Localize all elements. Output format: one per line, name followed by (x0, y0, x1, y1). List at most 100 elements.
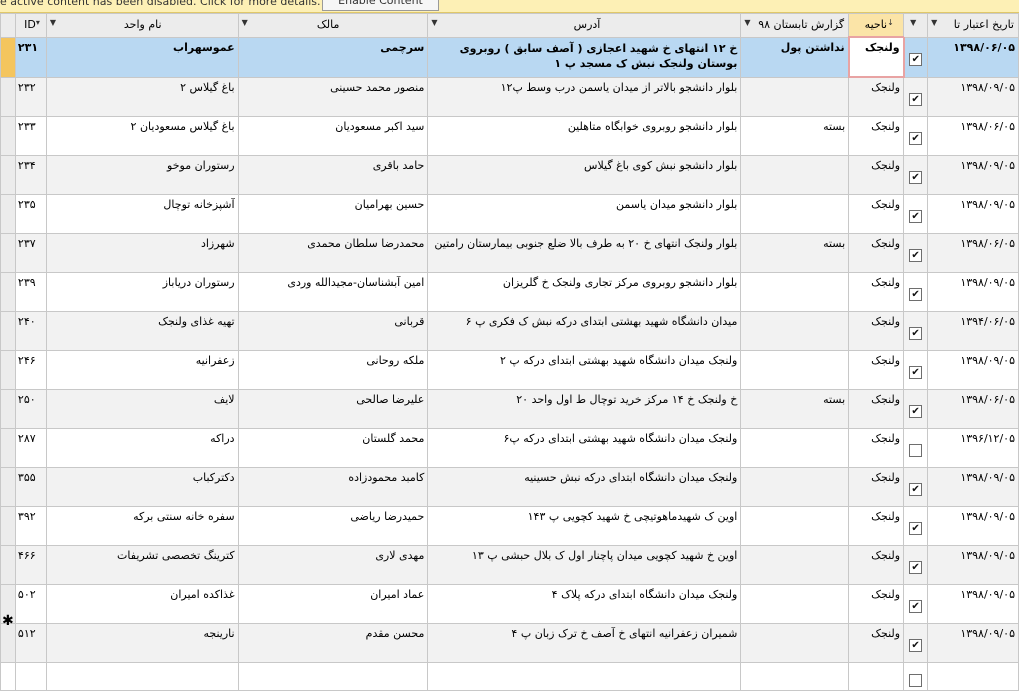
district-cell[interactable]: ولنجک (847, 36, 905, 78)
checkbox-cell[interactable] (903, 428, 929, 468)
district-cell[interactable]: ولنجک (848, 350, 905, 390)
id-cell[interactable]: ۲۵۰ (14, 389, 47, 429)
district-cell[interactable]: ولنجک (848, 545, 905, 585)
header-address[interactable]: آدرس ▼ (427, 13, 742, 38)
id-cell[interactable]: ۲۳۵ (14, 194, 47, 234)
table-row[interactable]: ۲۳۵ آشپزخانه توچال حسین بهرامیان بلوار دانش… (0, 194, 1019, 234)
address-cell[interactable]: بلوار دانشجو میدان یاسمن (427, 194, 742, 234)
chevron-down-icon[interactable]: ▼ (50, 18, 56, 27)
record-selector[interactable] (0, 350, 16, 390)
summer-report-cell[interactable] (740, 545, 850, 585)
address-cell[interactable]: بلوار ولنجک انتهای خ ۲۰ به طرف بالا ضلع … (427, 233, 742, 273)
district-cell[interactable]: ولنجک (848, 623, 905, 663)
id-cell[interactable]: ۲۳۳ (14, 116, 47, 156)
validity-date-cell[interactable]: ۱۳۹۶/۱۲/۰۵ (927, 428, 1019, 468)
summer-report-cell[interactable]: بسته (740, 116, 850, 156)
district-cell[interactable]: ولنجک (848, 272, 905, 312)
id-cell[interactable]: ۲۳۷ (14, 233, 47, 273)
validity-date-cell[interactable]: ۱۳۹۸/۰۹/۰۵ (927, 467, 1019, 507)
table-row[interactable]: ۲۴۰ تهیه غذای ولنجک قربانی میدان دانشگاه شه… (0, 311, 1019, 351)
unit-name-cell[interactable]: دراکه (45, 428, 239, 468)
new-row-cell[interactable] (927, 662, 1019, 691)
table-row[interactable]: ۲۳۱ عموسهراب سرچمی خ ۱۲ انتهای خ شهید اعجاز… (0, 36, 1019, 78)
owner-cell[interactable]: محمد گلستان (237, 428, 429, 468)
owner-cell[interactable]: عماد امیران (237, 584, 429, 624)
address-cell[interactable]: بلوار دانشجو روبروی خوابگاه متاهلین (427, 116, 742, 156)
id-cell[interactable]: ۵۰۲ (14, 584, 47, 624)
address-cell[interactable]: ولنجک میدان دانشگاه شهید بهشتی ابتدای در… (427, 350, 742, 390)
row-checkbox[interactable]: ✔ (909, 327, 923, 340)
owner-cell[interactable]: حسین بهرامیان (237, 194, 429, 234)
table-row[interactable]: ۲۳۴ رستوران موخو حامد باقری بلوار دانشجو نب… (0, 155, 1019, 195)
owner-cell[interactable]: ملکه روحانی (237, 350, 429, 390)
row-checkbox[interactable]: ✔ (909, 92, 923, 106)
id-cell[interactable]: ۲۳۹ (14, 272, 47, 312)
id-cell[interactable]: ۲۴۰ (14, 311, 47, 351)
owner-cell[interactable]: منصور محمد حسینی (237, 76, 429, 117)
header-checkbox-column[interactable]: ▼ (903, 13, 929, 38)
new-row-cell[interactable] (740, 662, 850, 691)
new-record-row[interactable] (0, 662, 1019, 691)
unit-name-cell[interactable]: نارینجه (45, 623, 239, 663)
district-cell[interactable]: ولنجک (848, 116, 905, 156)
enable-content-button[interactable]: Enable Content (322, 0, 439, 11)
unit-name-cell[interactable]: رستوران دریاباز (45, 272, 239, 312)
chevron-down-icon[interactable]: ▼ (931, 18, 937, 27)
record-selector[interactable] (0, 311, 16, 351)
unit-name-cell[interactable]: آشپزخانه توچال (45, 194, 239, 234)
row-checkbox[interactable]: ✔ (909, 522, 923, 535)
row-checkbox[interactable] (909, 674, 923, 687)
checkbox-cell[interactable]: ✔ (903, 311, 929, 351)
checkbox-cell[interactable]: ✔ (903, 467, 929, 507)
table-row[interactable]: ۲۴۶ زعفرانیه ملکه روحانی ولنجک میدان دانشگا… (0, 350, 1019, 390)
checkbox-cell[interactable]: ✔ (903, 272, 929, 312)
row-checkbox[interactable]: ✔ (909, 210, 923, 223)
owner-cell[interactable]: قربانی (237, 311, 429, 351)
validity-date-cell[interactable]: ۱۳۹۴/۰۶/۰۵ (927, 311, 1019, 351)
district-cell[interactable]: ولنجک (848, 467, 905, 507)
table-row[interactable]: ۲۸۷ دراکه محمد گلستان ولنجک میدان دانشگاه ش… (0, 428, 1019, 468)
id-cell[interactable]: ۳۹۲ (14, 506, 47, 546)
header-id[interactable]: ID ▾ (14, 13, 47, 38)
district-cell[interactable]: ولنجک (848, 389, 905, 429)
unit-name-cell[interactable]: شهرزاد (45, 233, 239, 273)
address-cell[interactable]: خ ۱۲ انتهای خ شهید اعجازی ( آصف سابق ) ر… (427, 36, 742, 78)
summer-report-cell[interactable] (740, 428, 850, 468)
record-selector[interactable] (0, 545, 16, 585)
row-checkbox[interactable]: ✔ (909, 249, 923, 262)
record-selector[interactable] (0, 389, 16, 429)
district-cell[interactable]: ولنجک (848, 194, 905, 234)
record-selector[interactable] (0, 623, 16, 663)
row-checkbox[interactable]: ✔ (909, 639, 923, 652)
record-selector[interactable] (0, 155, 16, 195)
header-unit-name[interactable]: نام واحد ▼ (45, 13, 239, 38)
summer-report-cell[interactable] (740, 584, 850, 624)
district-cell[interactable]: ولنجک (848, 155, 905, 195)
row-checkbox[interactable]: ✔ (909, 366, 923, 379)
validity-date-cell[interactable]: ۱۳۹۸/۰۹/۰۵ (927, 272, 1019, 312)
unit-name-cell[interactable]: زعفرانیه (45, 350, 239, 390)
row-checkbox[interactable]: ✔ (909, 171, 923, 184)
summer-report-cell[interactable] (740, 155, 850, 195)
summer-report-cell[interactable] (740, 76, 850, 117)
header-summer-report[interactable]: گزارش تابستان ۹۸ ▼ (740, 13, 850, 38)
new-row-cell[interactable] (14, 662, 47, 691)
header-selector[interactable] (0, 13, 16, 38)
record-selector[interactable] (0, 467, 16, 507)
new-row-cell[interactable] (848, 662, 905, 691)
row-checkbox[interactable] (909, 444, 923, 457)
id-cell[interactable]: ۵۱۲ (14, 623, 47, 663)
checkbox-cell[interactable]: ✔ (903, 350, 929, 390)
new-row-cell[interactable] (45, 662, 239, 691)
record-selector[interactable] (0, 428, 16, 468)
validity-date-cell[interactable]: ۱۳۹۸/۰۶/۰۵ (927, 389, 1019, 429)
validity-date-cell[interactable]: ۱۳۹۸/۰۹/۰۵ (927, 76, 1019, 117)
address-cell[interactable]: ولنجک میدان دانشگاه ابتدای درکه پلاک ۴ (427, 584, 742, 624)
checkbox-cell[interactable]: ✔ (903, 155, 929, 195)
summer-report-cell[interactable] (740, 350, 850, 390)
summer-report-cell[interactable]: نداشتن پول (740, 36, 850, 78)
table-row[interactable]: ۲۳۷ شهرزاد محمدرضا سلطان محمدی بلوار ولنجک … (0, 233, 1019, 273)
validity-date-cell[interactable]: ۱۳۹۸/۰۹/۰۵ (927, 155, 1019, 195)
record-selector[interactable] (0, 233, 16, 273)
unit-name-cell[interactable]: باغ گیلاس ۲ (45, 76, 239, 117)
